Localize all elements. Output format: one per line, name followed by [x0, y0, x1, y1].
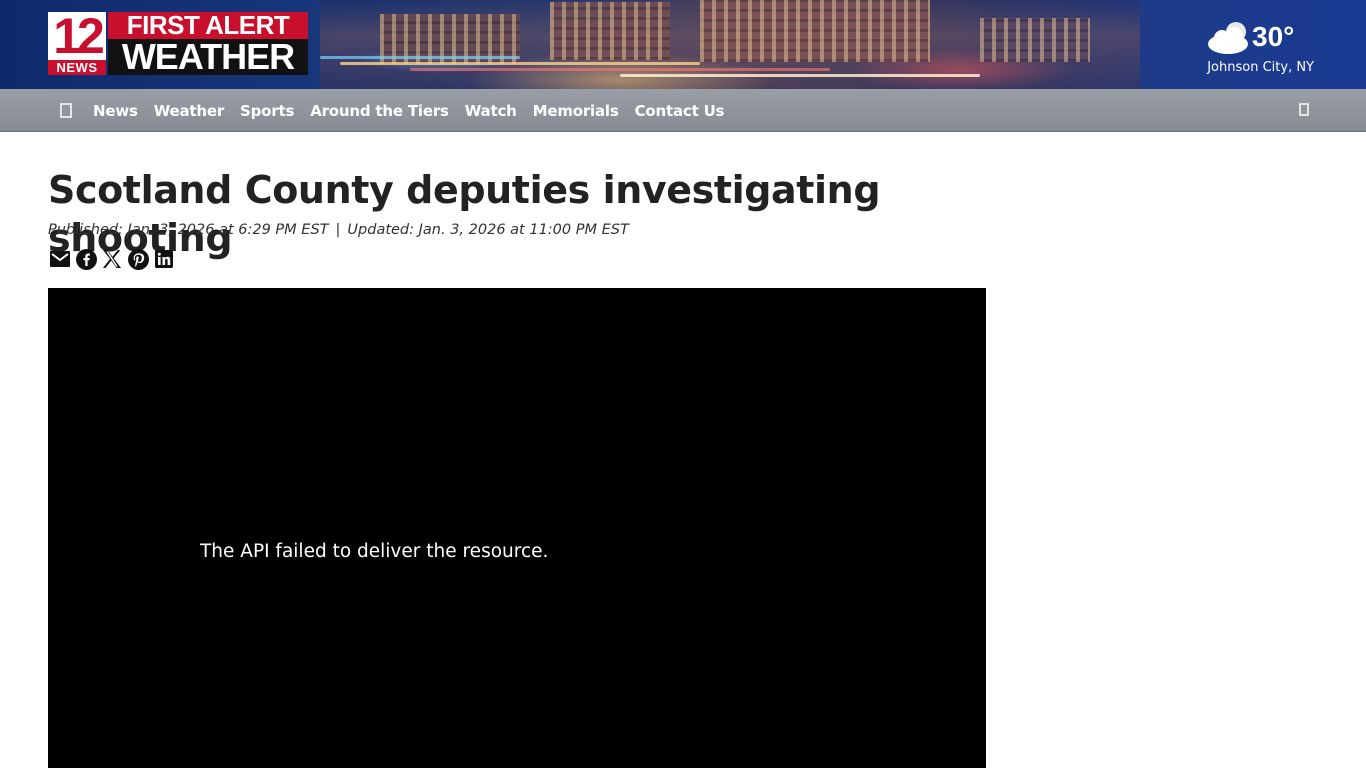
facebook-icon[interactable] — [75, 248, 97, 270]
station-logo[interactable]: 12 NEWS FIRST ALERT WEATHER — [48, 11, 308, 75]
logo-number: 12 — [48, 11, 106, 61]
nav-item-around-the-tiers[interactable]: Around the Tiers — [302, 102, 457, 120]
logo-first-alert: FIRST ALERT — [108, 12, 308, 39]
logo-news: NEWS — [48, 60, 106, 75]
nav-item-contact-us[interactable]: Contact Us — [627, 102, 733, 120]
article-dateline: Published: Jan. 3, 2026 at 6:29 PM EST | U… — [48, 222, 629, 238]
partly-cloudy-icon — [1208, 22, 1248, 54]
nav-item-watch[interactable]: Watch — [457, 102, 525, 120]
nav-item-news[interactable]: News — [85, 102, 146, 120]
video-error-message: The API failed to deliver the resource. — [200, 541, 549, 562]
updated-date: Updated: Jan. 3, 2026 at 11:00 PM EST — [347, 222, 629, 238]
published-date: Published: Jan. 3, 2026 at 6:29 PM EST — [48, 222, 329, 238]
pinterest-icon[interactable] — [127, 248, 149, 270]
header-banner: 12 NEWS FIRST ALERT WEATHER 30° Johnson … — [0, 0, 1366, 89]
nav-list: News Weather Sports Around the Tiers Wat… — [85, 89, 732, 132]
weather-location: Johnson City, NY — [1207, 60, 1314, 75]
home-icon[interactable] — [58, 101, 74, 119]
linkedin-icon[interactable] — [153, 248, 175, 270]
city-background — [320, 0, 1140, 89]
nav-item-memorials[interactable]: Memorials — [525, 102, 627, 120]
article-title: Scotland County deputies investigating s… — [48, 168, 881, 260]
main-nav: News Weather Sports Around the Tiers Wat… — [0, 89, 1366, 132]
video-player[interactable]: The API failed to deliver the resource. — [48, 288, 986, 768]
x-icon[interactable] — [101, 248, 123, 270]
dateline-separator: | — [335, 222, 341, 238]
temperature: 30° — [1252, 21, 1295, 52]
logo-weather: WEATHER — [108, 39, 308, 75]
nav-item-weather[interactable]: Weather — [146, 102, 232, 120]
share-bar — [49, 248, 175, 270]
nav-item-sports[interactable]: Sports — [232, 102, 302, 120]
search-icon[interactable] — [1295, 101, 1313, 119]
email-icon[interactable] — [49, 248, 71, 270]
weather-widget[interactable]: 30° Johnson City, NY — [1194, 16, 1314, 80]
